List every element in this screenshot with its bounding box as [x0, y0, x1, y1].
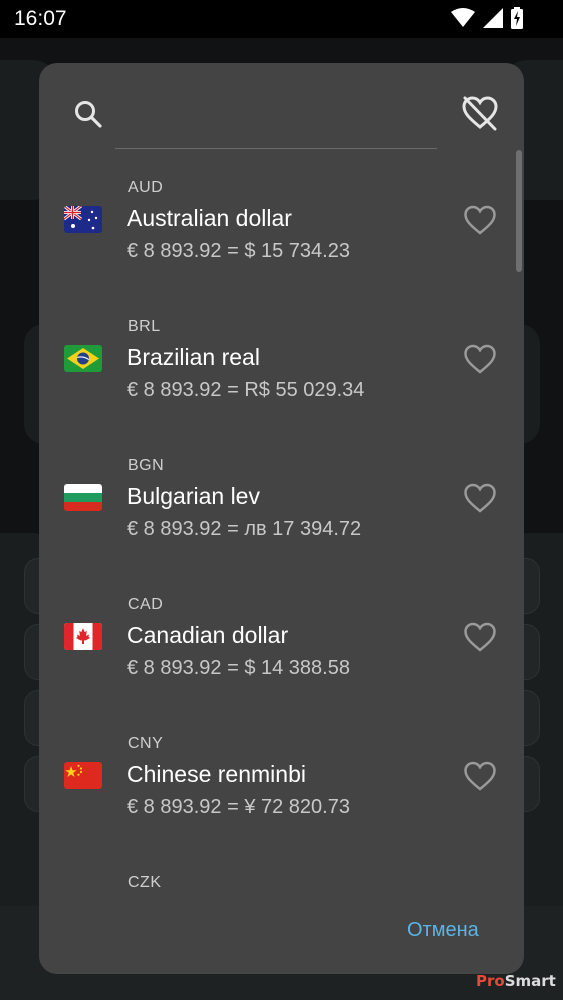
currency-code: BGN [128, 457, 165, 474]
status-time: 16:07 [14, 7, 67, 30]
status-icons [451, 7, 523, 29]
currency-list-item[interactable]: CAD Canadian dollar € 8 893.92 = $ 14 38… [39, 590, 524, 729]
currency-list-item[interactable]: CZK [39, 868, 524, 889]
status-bar: 16:07 [0, 0, 563, 38]
currency-rate: € 8 893.92 = $ 14 388.58 [127, 657, 350, 679]
currency-code: CZK [128, 874, 162, 889]
favorite-heart-icon[interactable] [463, 343, 497, 375]
currency-list-item[interactable]: AUD Australian dollar € 8 893.92 = $ 15 … [39, 173, 524, 312]
currency-list-item[interactable]: BGN Bulgarian lev € 8 893.92 = лв 17 394… [39, 451, 524, 590]
flag-br-icon [64, 345, 102, 372]
currency-rate: € 8 893.92 = $ 15 734.23 [127, 240, 350, 262]
currency-code: AUD [128, 179, 164, 196]
watermark-part1: Pro [476, 972, 505, 990]
battery-charging-icon [511, 7, 523, 29]
currency-list-item[interactable]: CNY Chinese renminbi € 8 893.92 = ¥ 72 8… [39, 729, 524, 868]
favorites-filter-icon[interactable] [460, 93, 500, 133]
currency-picker-dialog: AUD Australian dollar € 8 893.92 = $ 15 … [39, 63, 524, 974]
currency-name: Bulgarian lev [127, 483, 260, 509]
flag-bg-icon [64, 484, 102, 511]
flag-cn-icon [64, 762, 102, 789]
currency-list-item[interactable]: BRL Brazilian real € 8 893.92 = R$ 55 02… [39, 312, 524, 451]
currency-name: Chinese renminbi [127, 761, 306, 787]
favorite-heart-icon[interactable] [463, 760, 497, 792]
currency-code: CNY [128, 735, 164, 752]
flag-ca-icon [64, 623, 102, 650]
currency-rate: € 8 893.92 = ¥ 72 820.73 [127, 796, 350, 818]
watermark-part2: Smart [504, 972, 556, 990]
watermark-logo: ProSmart [476, 972, 556, 990]
currency-list[interactable]: AUD Australian dollar € 8 893.92 = $ 15 … [39, 173, 524, 889]
favorite-heart-icon[interactable] [463, 204, 497, 236]
flag-au-icon [64, 206, 102, 233]
cancel-button[interactable]: Отмена [407, 919, 479, 942]
search-icon[interactable] [72, 98, 104, 130]
signal-icon [483, 8, 503, 28]
currency-name: Brazilian real [127, 344, 260, 370]
currency-rate: € 8 893.92 = лв 17 394.72 [127, 518, 362, 540]
favorite-heart-icon[interactable] [463, 621, 497, 653]
search-underline [115, 148, 437, 149]
list-scrollbar[interactable] [516, 150, 522, 272]
currency-code: BRL [128, 318, 161, 335]
currency-name: Australian dollar [127, 205, 292, 231]
search-input[interactable] [115, 93, 441, 143]
favorite-heart-icon[interactable] [463, 482, 497, 514]
currency-rate: € 8 893.92 = R$ 55 029.34 [127, 379, 365, 401]
wifi-icon [451, 8, 475, 27]
currency-name: Canadian dollar [127, 622, 289, 648]
currency-code: CAD [128, 596, 164, 613]
